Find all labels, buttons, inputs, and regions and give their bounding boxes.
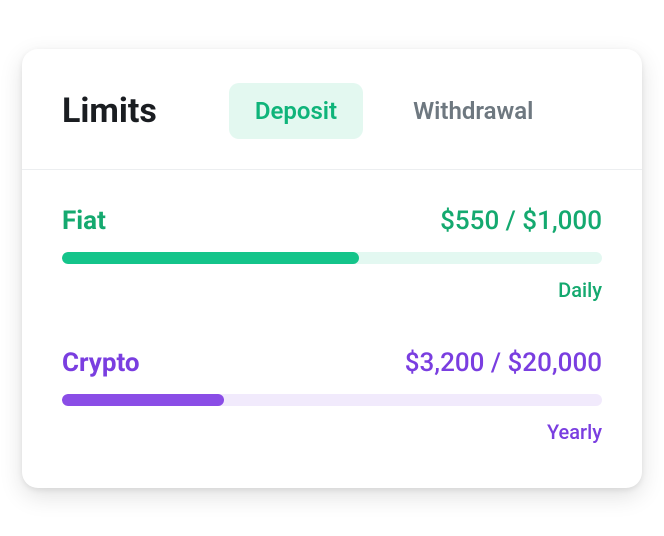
limit-value-crypto: $3,200 / $20,000 <box>405 348 602 378</box>
card-title: Limits <box>62 91 157 131</box>
progress-bar-crypto <box>62 394 602 406</box>
limit-name-fiat: Fiat <box>62 206 106 236</box>
limits-card: Limits Deposit Withdrawal Fiat $550 / $1… <box>22 49 642 488</box>
limit-row-crypto: Crypto $3,200 / $20,000 Yearly <box>62 348 602 444</box>
tab-deposit[interactable]: Deposit <box>229 83 363 139</box>
limit-top: Fiat $550 / $1,000 <box>62 206 602 236</box>
limit-period-crypto: Yearly <box>62 420 602 444</box>
progress-fill-crypto <box>62 394 224 406</box>
progress-fill-fiat <box>62 252 359 264</box>
progress-bar-fiat <box>62 252 602 264</box>
card-header: Limits Deposit Withdrawal <box>22 49 642 170</box>
limit-name-crypto: Crypto <box>62 348 140 378</box>
limit-top: Crypto $3,200 / $20,000 <box>62 348 602 378</box>
tab-withdrawal[interactable]: Withdrawal <box>387 83 559 139</box>
card-body: Fiat $550 / $1,000 Daily Crypto $3,200 /… <box>22 170 642 488</box>
limit-row-fiat: Fiat $550 / $1,000 Daily <box>62 206 602 302</box>
limit-period-fiat: Daily <box>62 278 602 302</box>
limit-value-fiat: $550 / $1,000 <box>440 206 602 236</box>
